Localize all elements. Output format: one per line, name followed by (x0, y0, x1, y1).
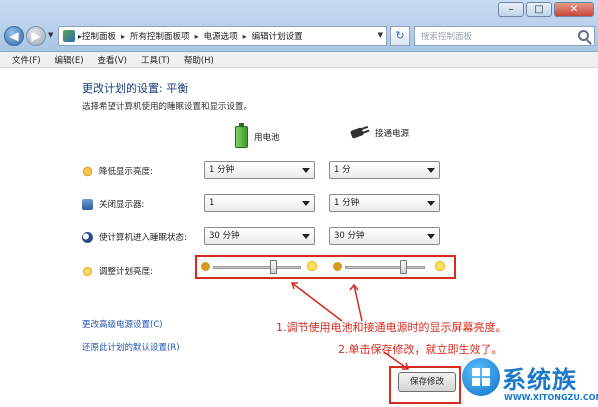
setting-row-turn-off-display: 关闭显示器: (82, 198, 144, 210)
breadcrumb-item[interactable]: 所有控制面板项 (130, 30, 190, 42)
monitor-icon (82, 198, 93, 210)
menu-edit[interactable]: 编辑(E) (55, 54, 84, 66)
search-icon[interactable] (578, 30, 589, 41)
breadcrumb-item[interactable]: 编辑计划设置 (252, 30, 303, 42)
dim-sun-icon (333, 262, 342, 271)
breadcrumb-item[interactable]: 电源选项 (204, 30, 238, 42)
select-value: 30 分钟 (334, 231, 365, 241)
setting-label: 调整计划亮度: (99, 267, 153, 277)
restore-defaults-link[interactable]: 还原此计划的默认设置(R) (82, 341, 180, 353)
brightness-highlight-box (195, 255, 456, 279)
column-label-plugged-in: 接通电源 (375, 129, 410, 139)
chevron-down-icon (302, 201, 310, 206)
setting-row-sleep: 使计算机进入睡眠状态: (82, 231, 187, 243)
turn-off-display-battery-select[interactable]: 1 (204, 194, 315, 212)
main-content: 更改计划的设置: 平衡 选择希望计算机使用的睡眠设置和显示设置。 用电池 接通电… (0, 69, 598, 407)
dim-display-battery-select[interactable]: 1 分钟 (204, 161, 315, 179)
breadcrumb-separator-icon[interactable]: ▸ (195, 32, 199, 41)
back-button[interactable]: ◀ (4, 26, 24, 46)
chevron-down-icon (302, 168, 310, 173)
select-value: 1 分钟 (209, 165, 235, 175)
address-bar[interactable]: ▸ 控制面板 ▸ 所有控制面板项 ▸ 电源选项 ▸ 编辑计划设置 ▼ (58, 26, 387, 46)
advanced-settings-link[interactable]: 更改高级电源设置(C) (82, 318, 163, 330)
menu-tools[interactable]: 工具(T) (141, 54, 170, 66)
breadcrumb: 控制面板 ▸ 所有控制面板项 ▸ 电源选项 ▸ 编辑计划设置 (82, 30, 303, 43)
bright-sun-icon (433, 259, 447, 273)
chevron-down-icon (427, 234, 435, 239)
brightness-icon (82, 265, 93, 277)
breadcrumb-item[interactable]: 控制面板 (82, 30, 116, 42)
address-dropdown-icon[interactable]: ▼ (378, 31, 383, 39)
slider-track[interactable] (213, 266, 301, 269)
annotation-note-2: 2.单击保存修改，就立即生效了。 (338, 343, 503, 356)
refresh-icon: ↻ (395, 29, 405, 42)
watermark-title: 系统族 (502, 366, 577, 394)
select-value: 1 分 (334, 165, 351, 175)
site-watermark: 系统族 WWW.XITONGZU.COM (460, 358, 598, 407)
watermark-url: WWW.XITONGZU.COM (504, 393, 598, 402)
sleep-plugged-select[interactable]: 30 分钟 (329, 227, 440, 245)
dim-display-plugged-select[interactable]: 1 分 (329, 161, 440, 179)
maximize-button[interactable]: □ (526, 2, 552, 17)
window-titlebar: – □ ✕ ◀ ▶ ▼ ▸ 控制面板 ▸ 所有控制面板项 ▸ 电源选项 ▸ 编辑… (0, 0, 598, 52)
dim-display-icon (82, 165, 93, 177)
annotation-note-1: 1.调节使用电池和接通电源时的显示屏幕亮度。 (276, 321, 507, 334)
setting-label: 降低显示亮度: (99, 167, 153, 177)
select-value: 1 (209, 198, 215, 208)
close-button[interactable]: ✕ (554, 2, 594, 17)
setting-row-brightness: 调整计划亮度: (82, 265, 153, 277)
setting-label: 关闭显示器: (99, 200, 145, 210)
windows-logo-icon (462, 358, 500, 396)
back-arrow-icon: ◀ (9, 29, 19, 43)
column-header-battery: 用电池 (235, 123, 280, 148)
menu-help[interactable]: 帮助(H) (184, 54, 214, 66)
chevron-down-icon (427, 168, 435, 173)
menu-file[interactable]: 文件(F) (12, 54, 41, 66)
arrow-to-slider-right (349, 283, 363, 322)
dim-sun-icon (201, 262, 210, 271)
turn-off-display-plugged-select[interactable]: 1 分钟 (329, 194, 440, 212)
breadcrumb-separator-icon[interactable]: ▸ (121, 32, 125, 41)
save-changes-button[interactable]: 保存修改 (398, 372, 456, 392)
page-title: 更改计划的设置: 平衡 (82, 82, 189, 95)
setting-label: 使计算机进入睡眠状态: (99, 233, 187, 243)
select-value: 30 分钟 (209, 231, 240, 241)
forward-button[interactable]: ▶ (26, 26, 46, 46)
chevron-down-icon (427, 201, 435, 206)
refresh-button[interactable]: ↻ (390, 26, 410, 46)
column-label-battery: 用电池 (254, 133, 280, 143)
minimize-button[interactable]: – (498, 2, 524, 17)
control-panel-icon (63, 30, 75, 42)
history-dropdown-icon[interactable]: ▼ (48, 31, 53, 39)
search-input[interactable]: 搜索控制面板 (414, 26, 595, 46)
bright-sun-icon (305, 259, 319, 273)
brightness-plugged-slider[interactable] (329, 257, 455, 277)
arrow-to-slider-left (290, 282, 343, 322)
brightness-battery-slider[interactable] (197, 257, 325, 277)
menu-bar: 文件(F) 编辑(E) 查看(V) 工具(T) 帮助(H) (0, 52, 598, 68)
search-placeholder: 搜索控制面板 (421, 32, 473, 42)
battery-icon (235, 123, 248, 148)
page-description: 选择希望计算机使用的睡眠设置和显示设置。 (82, 102, 253, 112)
power-plug-icon (347, 126, 369, 140)
menu-view[interactable]: 查看(V) (98, 54, 127, 66)
slider-thumb[interactable] (399, 260, 407, 274)
breadcrumb-separator-icon[interactable]: ▸ (243, 32, 247, 41)
sleep-moon-icon (82, 231, 93, 243)
window-controls: – □ ✕ (498, 2, 594, 17)
setting-row-dim-display: 降低显示亮度: (82, 165, 153, 177)
column-header-plugged-in: 接通电源 (347, 126, 409, 140)
forward-arrow-icon: ▶ (31, 29, 41, 43)
slider-track[interactable] (345, 266, 425, 269)
slider-thumb[interactable] (269, 260, 277, 274)
select-value: 1 分钟 (334, 198, 360, 208)
sleep-battery-select[interactable]: 30 分钟 (204, 227, 315, 245)
chevron-down-icon (302, 234, 310, 239)
